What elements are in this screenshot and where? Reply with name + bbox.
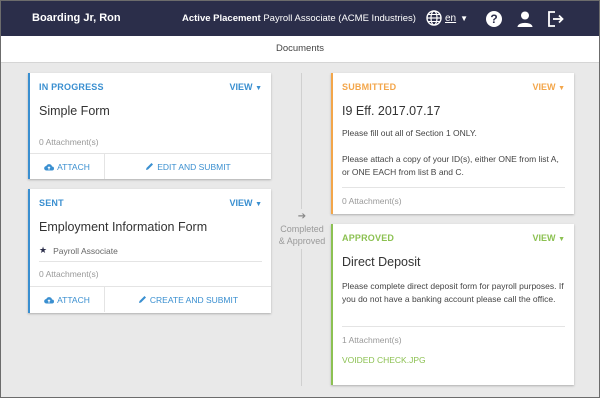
cloud-upload-icon [44, 296, 55, 304]
edit-and-submit-button[interactable]: EDIT AND SUBMIT [104, 154, 271, 179]
user-icon[interactable] [516, 10, 534, 28]
status-line-1: Completed [280, 224, 324, 234]
top-bar: Boarding Jr, Ron Active Placement Payrol… [1, 1, 599, 36]
status-label: IN PROGRESS [39, 82, 104, 92]
logout-icon[interactable] [547, 10, 565, 28]
star-icon: ★ [39, 245, 48, 255]
attach-button[interactable]: ATTACH [30, 287, 104, 312]
card-i9: SUBMITTED VIEW ▼ I9 Eff. 2017.07.17 Plea… [331, 73, 574, 214]
documents-tab-label: Documents [275, 43, 325, 54]
card-employment-information-form: SENT VIEW ▼ Employment Information Form … [28, 189, 271, 313]
placement-value: Payroll Associate (ACME Industries) [263, 13, 416, 24]
card-description: Please complete direct deposit form for … [342, 281, 564, 304]
view-button[interactable]: VIEW ▼ [533, 233, 565, 243]
status-line-2: & Approved [278, 236, 326, 246]
user-name: Boarding Jr, Ron [32, 12, 121, 24]
attachment-count: 0 Attachment(s) [39, 269, 99, 279]
card-description-1: Please fill out all of Section 1 ONLY. [342, 128, 477, 138]
documents-tab[interactable]: Documents [1, 36, 599, 63]
view-button[interactable]: VIEW ▼ [230, 198, 262, 208]
card-actions: ATTACH EDIT AND SUBMIT [30, 154, 271, 179]
attach-button[interactable]: ATTACH [30, 154, 104, 179]
attachment-count: 0 Attachment(s) [39, 137, 99, 147]
attachment-count: 0 Attachment(s) [342, 196, 402, 206]
card-title: Direct Deposit [342, 255, 421, 269]
pencil-icon [138, 296, 146, 303]
caret-down-icon: ▼ [255, 85, 262, 92]
cloud-upload-icon [44, 163, 55, 171]
create-and-submit-button[interactable]: CREATE AND SUBMIT [104, 287, 271, 312]
placement-label: Active Placement [182, 13, 261, 24]
active-placement: Active Placement Payroll Associate (ACME… [182, 13, 416, 24]
position-info: ★ Payroll Associate [39, 245, 118, 256]
language-selector[interactable]: en ▼ [426, 10, 468, 26]
card-title: Simple Form [39, 104, 110, 118]
completed-approved-marker: ➔ Completed & Approved [273, 209, 331, 249]
view-button[interactable]: VIEW ▼ [533, 82, 565, 92]
help-icon[interactable]: ? [485, 10, 503, 28]
status-label: SUBMITTED [342, 82, 397, 92]
card-direct-deposit: APPROVED VIEW ▼ Direct Deposit Please co… [331, 224, 574, 385]
attachment-count: 1 Attachment(s) [342, 335, 402, 345]
card-simple-form: IN PROGRESS VIEW ▼ Simple Form 0 Attachm… [28, 73, 271, 179]
position-label: Payroll Associate [53, 245, 118, 256]
divider [39, 261, 262, 262]
status-label: APPROVED [342, 233, 395, 243]
status-label: SENT [39, 198, 64, 208]
arrow-right-icon: ➔ [297, 211, 307, 222]
caret-down-icon: ▼ [255, 201, 262, 208]
card-title: I9 Eff. 2017.07.17 [342, 104, 441, 118]
caret-down-icon: ▼ [558, 236, 565, 243]
card-actions: ATTACH CREATE AND SUBMIT [30, 287, 271, 312]
svg-text:?: ? [490, 12, 497, 26]
card-description-2: Please attach a copy of your ID(s), eith… [342, 154, 559, 177]
pencil-icon [146, 163, 154, 170]
divider [342, 326, 565, 327]
globe-icon [426, 10, 442, 26]
attachment-file-link[interactable]: VOIDED CHECK.JPG [342, 355, 426, 365]
language-code[interactable]: en [445, 13, 456, 24]
chevron-down-icon: ▼ [460, 13, 469, 23]
view-button[interactable]: VIEW ▼ [230, 82, 262, 92]
divider [342, 187, 565, 188]
card-title: Employment Information Form [39, 220, 208, 234]
caret-down-icon: ▼ [558, 85, 565, 92]
